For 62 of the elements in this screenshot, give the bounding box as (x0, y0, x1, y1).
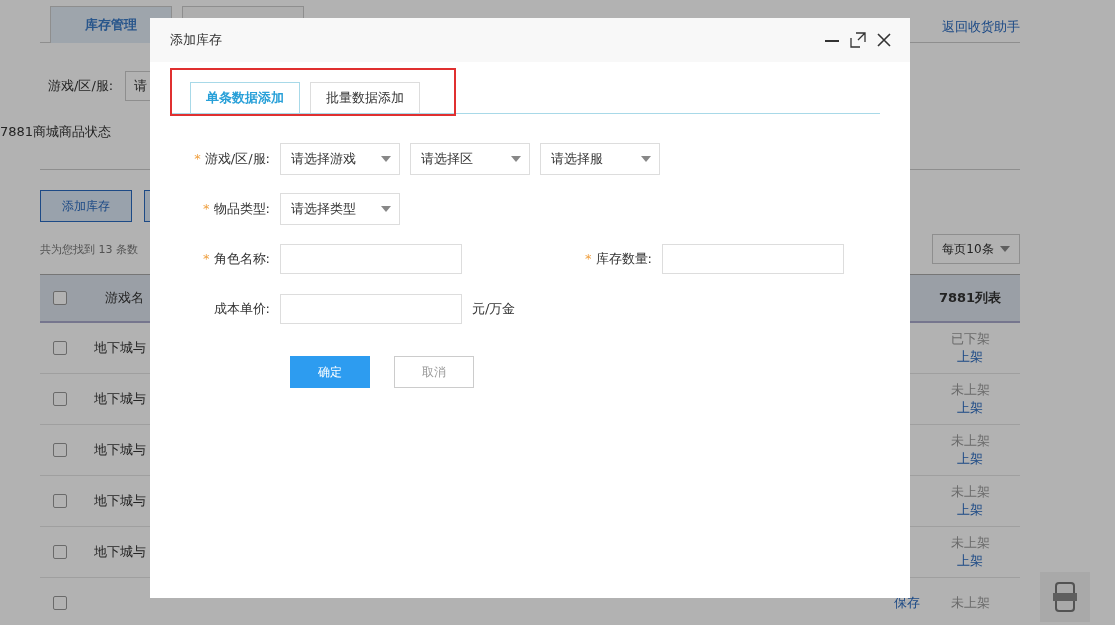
checkbox[interactable] (53, 341, 67, 355)
dropdown-icon (511, 156, 521, 162)
status-label: 7881商城商品状态 (0, 123, 113, 141)
status-text: 未上架 (949, 432, 991, 450)
column-header: 游戏名 (104, 289, 145, 307)
checkbox[interactable] (53, 596, 67, 610)
result-count: 共为您找到 13 条数 (40, 241, 138, 257)
field-label: 库存数量: (595, 251, 652, 266)
table-cell: 地下城与 (94, 544, 146, 559)
required-mark: * (203, 201, 210, 216)
tab[interactable]: 批量数据添加 (310, 82, 420, 113)
field-label: 物品类型: (213, 201, 270, 216)
confirm-button[interactable]: 确定 (290, 356, 370, 388)
field-label: 游戏/区/服: (204, 151, 270, 166)
dropdown-icon (381, 156, 391, 162)
close-icon[interactable] (876, 32, 892, 48)
table-cell: 地下城与 (94, 442, 146, 457)
input-field[interactable] (280, 294, 462, 324)
float-button[interactable] (1040, 572, 1090, 622)
cancel-button[interactable]: 取消 (394, 356, 474, 388)
dialog-title: 添加库存 (170, 31, 222, 49)
device-icon (1052, 581, 1078, 613)
checkbox[interactable] (53, 443, 67, 457)
status-text: 未上架 (949, 483, 991, 501)
select-field[interactable]: 请选择游戏 (280, 143, 400, 175)
table-cell: 地下城与 (94, 340, 146, 355)
dropdown-icon (641, 156, 651, 162)
status-text: 已下架 (949, 330, 991, 348)
list-link[interactable]: 上架 (920, 450, 1020, 468)
input-field[interactable] (662, 244, 844, 274)
checkbox[interactable] (53, 545, 67, 559)
table-cell: 地下城与 (94, 493, 146, 508)
status-text: 未上架 (949, 534, 991, 552)
back-link[interactable]: 返回收货助手 (942, 18, 1020, 36)
select-field[interactable]: 请选择区 (410, 143, 530, 175)
list-link[interactable]: 上架 (920, 348, 1020, 366)
required-mark: * (194, 151, 201, 166)
add-stock-button[interactable]: 添加库存 (40, 190, 132, 222)
field-label: 成本单价: (213, 301, 270, 316)
list-link[interactable]: 上架 (920, 399, 1020, 417)
table-cell: 地下城与 (94, 391, 146, 406)
unit-label: 元/万金 (472, 300, 516, 318)
maximize-icon[interactable] (850, 32, 866, 48)
select-field[interactable]: 请选择类型 (280, 193, 400, 225)
checkbox[interactable] (53, 291, 67, 305)
dropdown-icon (381, 206, 391, 212)
list-link[interactable]: 上架 (920, 552, 1020, 570)
status-text: 未上架 (949, 381, 991, 399)
page-size-select[interactable]: 每页10条 (932, 234, 1020, 264)
required-mark: * (203, 251, 210, 266)
checkbox[interactable] (53, 494, 67, 508)
input-field[interactable] (280, 244, 462, 274)
filter-label: 游戏/区/服: (48, 77, 114, 95)
checkbox[interactable] (53, 392, 67, 406)
list-link[interactable]: 上架 (920, 501, 1020, 519)
field-label: 角色名称: (213, 251, 270, 266)
required-mark: * (585, 251, 592, 266)
tab[interactable]: 单条数据添加 (190, 82, 300, 113)
select-field[interactable]: 请选择服 (540, 143, 660, 175)
status-text: 未上架 (949, 594, 991, 612)
column-header: 7881列表 (937, 289, 1003, 307)
dropdown-icon (999, 246, 1010, 252)
